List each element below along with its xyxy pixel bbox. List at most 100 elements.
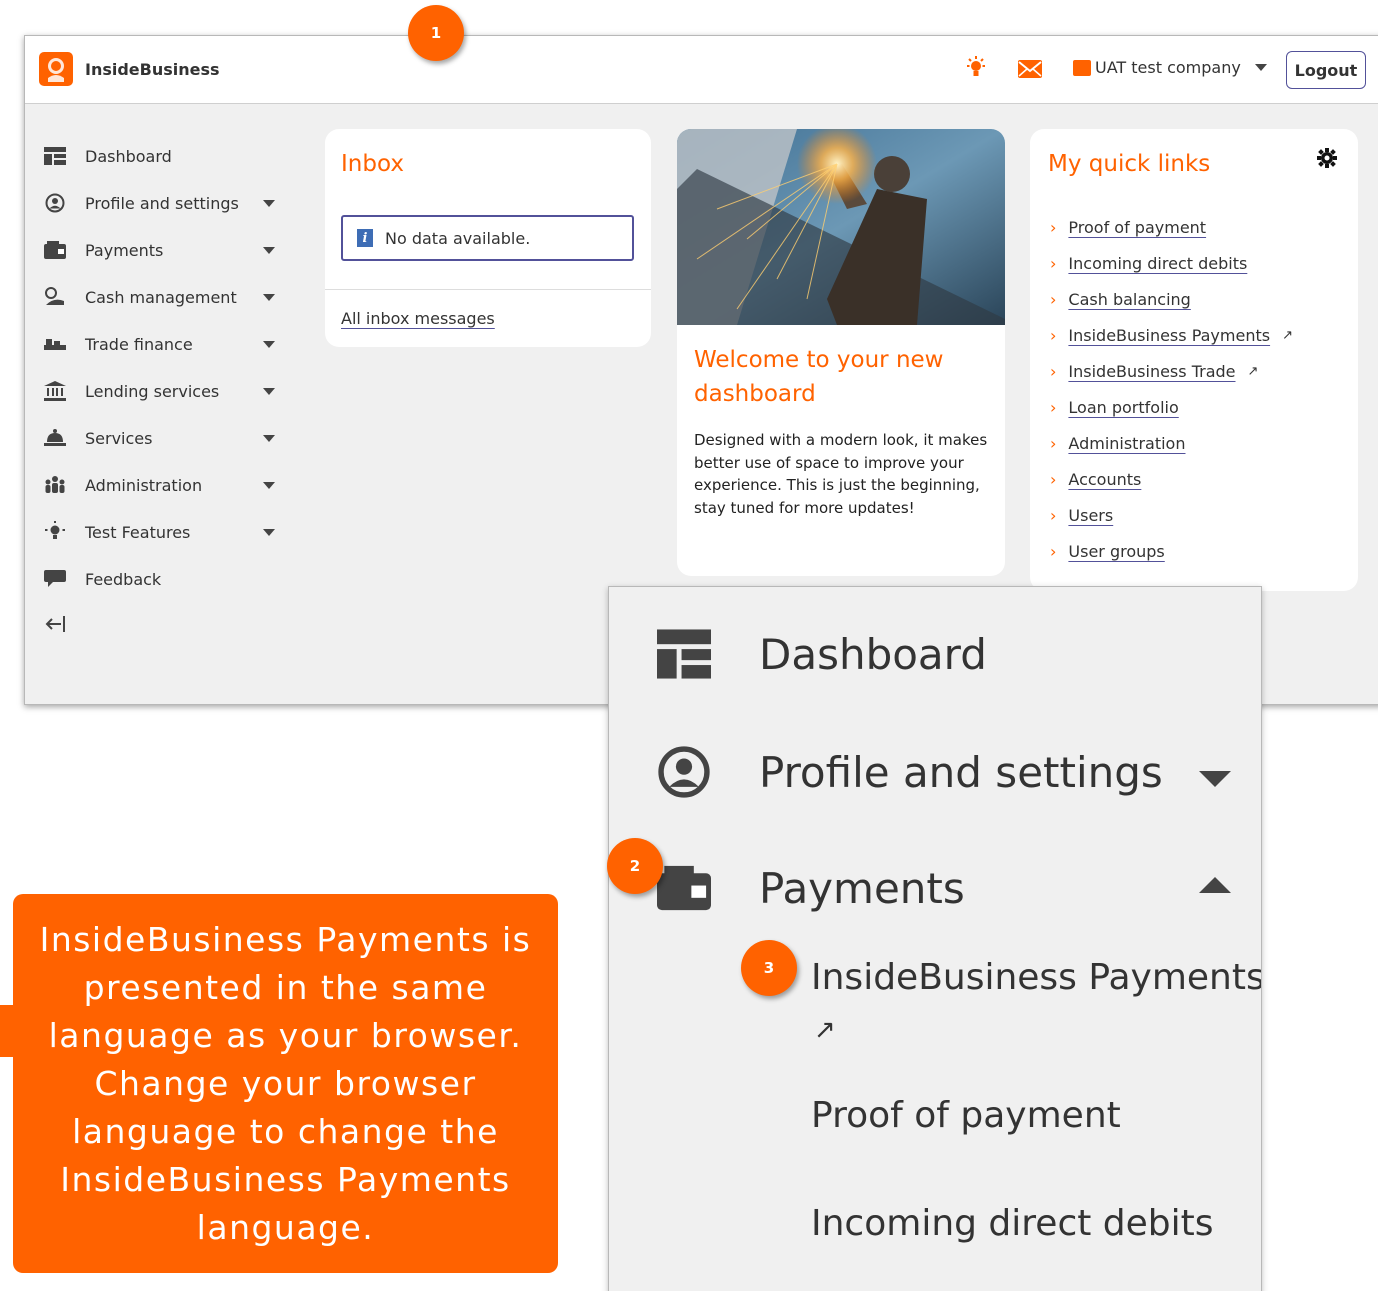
profile-icon bbox=[43, 192, 67, 214]
quick-link-label[interactable]: InsideBusiness Trade bbox=[1068, 362, 1235, 381]
quick-link-label[interactable]: InsideBusiness Payments bbox=[1068, 326, 1270, 345]
collapse-sidebar-icon[interactable] bbox=[45, 614, 67, 640]
quick-link-label[interactable]: Cash balancing bbox=[1068, 290, 1190, 309]
company-selector[interactable]: UAT test company bbox=[1073, 58, 1267, 77]
zoom-item-payments[interactable]: Payments bbox=[655, 861, 965, 915]
sidebar-item-administration[interactable]: Administration bbox=[43, 470, 283, 500]
zoom-item-profile-and-settings[interactable]: Profile and settings bbox=[655, 745, 1163, 799]
zoom-item-dashboard[interactable]: Dashboard bbox=[655, 627, 987, 681]
dashboard-icon bbox=[655, 627, 713, 681]
quick-link[interactable]: › Loan portfolio bbox=[1050, 398, 1179, 417]
quick-link-label[interactable]: Administration bbox=[1068, 434, 1185, 453]
sidebar-item-label: Administration bbox=[85, 475, 203, 495]
quick-links-title: My quick links bbox=[1048, 151, 1211, 177]
chevron-right-icon: › bbox=[1050, 470, 1057, 489]
lightbulb-icon bbox=[43, 521, 67, 543]
zoom-payments-label: Payments bbox=[759, 863, 965, 913]
chevron-down-icon[interactable] bbox=[263, 388, 275, 395]
quick-link[interactable]: › Cash balancing bbox=[1050, 290, 1191, 309]
building-icon bbox=[1073, 59, 1091, 76]
info-icon: i bbox=[357, 229, 373, 247]
sidebar-item-label: Services bbox=[85, 428, 153, 448]
external-link-icon: ↗ bbox=[814, 1015, 836, 1045]
zoom-profile-label: Profile and settings bbox=[759, 747, 1163, 797]
app-title: InsideBusiness bbox=[85, 60, 220, 79]
sidebar-item-cash-management[interactable]: Cash management bbox=[43, 282, 283, 312]
sidebar-item-dashboard[interactable]: Dashboard bbox=[43, 141, 283, 171]
chevron-down-icon[interactable] bbox=[263, 247, 275, 254]
profile-icon bbox=[655, 745, 713, 799]
quick-link[interactable]: › InsideBusiness Payments ↗ bbox=[1050, 326, 1293, 345]
quick-link[interactable]: › User groups bbox=[1050, 542, 1165, 561]
quick-link[interactable]: › Incoming direct debits bbox=[1050, 254, 1247, 273]
chevron-down-icon[interactable] bbox=[263, 529, 275, 536]
sidebar-item-label: Lending services bbox=[85, 381, 220, 401]
chevron-down-icon[interactable] bbox=[263, 482, 275, 489]
quick-links-card: My quick links › Proof of payment › Incomi… bbox=[1030, 129, 1358, 591]
sidebar-item-label: Dashboard bbox=[85, 146, 172, 166]
divider bbox=[325, 289, 651, 290]
chevron-down-icon[interactable] bbox=[263, 200, 275, 207]
chevron-down-icon bbox=[1254, 64, 1267, 71]
company-name: UAT test company bbox=[1095, 58, 1241, 77]
welcome-card: Welcome to your new dashboard Designed w… bbox=[677, 129, 1005, 576]
welcome-title: Welcome to your new dashboard bbox=[694, 347, 944, 407]
zoom-subitem-proof-of-payment[interactable]: Proof of payment bbox=[811, 1095, 1121, 1136]
trade-finance-icon bbox=[43, 333, 67, 355]
inbox-card: Inbox i No data available. All inbox mes… bbox=[325, 129, 651, 347]
no-data-text: No data available. bbox=[385, 228, 531, 248]
note-pointer bbox=[0, 1005, 13, 1057]
all-inbox-messages-link[interactable]: All inbox messages bbox=[341, 309, 495, 328]
quick-link-label[interactable]: Incoming direct debits bbox=[1068, 254, 1247, 273]
sidebar-item-services[interactable]: Services bbox=[43, 423, 283, 453]
sidebar-item-label: Cash management bbox=[85, 287, 237, 307]
sidebar-item-feedback[interactable]: Feedback bbox=[43, 564, 283, 594]
chevron-right-icon: › bbox=[1050, 542, 1057, 561]
lion-logo-icon[interactable] bbox=[39, 52, 73, 86]
lightbulb-icon[interactable] bbox=[965, 56, 987, 83]
quick-link[interactable]: › Users bbox=[1050, 506, 1113, 525]
cash-management-icon bbox=[43, 286, 67, 308]
quick-link-label[interactable]: Users bbox=[1068, 506, 1113, 525]
chevron-down-icon[interactable] bbox=[263, 294, 275, 301]
zoomed-menu-panel: Dashboard Profile and settings Payments … bbox=[608, 586, 1262, 1291]
quick-link-label[interactable]: Accounts bbox=[1068, 470, 1141, 489]
quick-link-label[interactable]: Proof of payment bbox=[1068, 218, 1206, 237]
sidebar-item-label: Feedback bbox=[85, 569, 162, 589]
chevron-right-icon: › bbox=[1050, 254, 1057, 273]
sidebar-item-test-features[interactable]: Test Features bbox=[43, 517, 283, 547]
chevron-right-icon: › bbox=[1050, 434, 1057, 453]
quick-link[interactable]: › Administration bbox=[1050, 434, 1185, 453]
chevron-right-icon: › bbox=[1050, 506, 1057, 525]
external-link-icon: ↗ bbox=[1247, 364, 1259, 379]
bank-icon bbox=[43, 380, 67, 402]
chevron-down-icon[interactable] bbox=[1199, 771, 1231, 787]
chevron-up-icon[interactable] bbox=[1199, 877, 1231, 893]
no-data-message: i No data available. bbox=[341, 215, 634, 261]
gear-icon[interactable] bbox=[1316, 147, 1338, 175]
chevron-right-icon: › bbox=[1050, 398, 1057, 417]
quick-link[interactable]: › InsideBusiness Trade ↗ bbox=[1050, 362, 1258, 381]
tutorial-screenshot: InsideBusiness UAT test company Logout D… bbox=[0, 0, 1378, 1291]
zoom-subitem-insidebusiness-payments[interactable]: InsideBusiness Payments bbox=[811, 957, 1261, 998]
quick-link-label[interactable]: User groups bbox=[1068, 542, 1164, 561]
bell-icon bbox=[43, 427, 67, 449]
sidebar-item-label: Test Features bbox=[85, 522, 191, 542]
sidebar-item-payments[interactable]: Payments bbox=[43, 235, 283, 265]
quick-link-label[interactable]: Loan portfolio bbox=[1068, 398, 1178, 417]
sidebar-item-label: Payments bbox=[85, 240, 164, 260]
sidebar-item-label: Trade finance bbox=[85, 334, 193, 354]
sidebar-item-trade-finance[interactable]: Trade finance bbox=[43, 329, 283, 359]
sidebar-item-lending-services[interactable]: Lending services bbox=[43, 376, 283, 406]
envelope-icon[interactable] bbox=[1018, 60, 1042, 81]
quick-link[interactable]: › Accounts bbox=[1050, 470, 1141, 489]
chevron-down-icon[interactable] bbox=[263, 435, 275, 442]
quick-link[interactable]: › Proof of payment bbox=[1050, 218, 1206, 237]
chevron-right-icon: › bbox=[1050, 218, 1057, 237]
logout-button[interactable]: Logout bbox=[1286, 51, 1366, 89]
chevron-down-icon[interactable] bbox=[263, 341, 275, 348]
sidebar-item-profile-and-settings[interactable]: Profile and settings bbox=[43, 188, 283, 218]
zoom-dashboard-label: Dashboard bbox=[759, 629, 987, 679]
zoom-subitem-incoming-direct-debits[interactable]: Incoming direct debits bbox=[811, 1203, 1214, 1244]
chevron-right-icon: › bbox=[1050, 362, 1057, 381]
